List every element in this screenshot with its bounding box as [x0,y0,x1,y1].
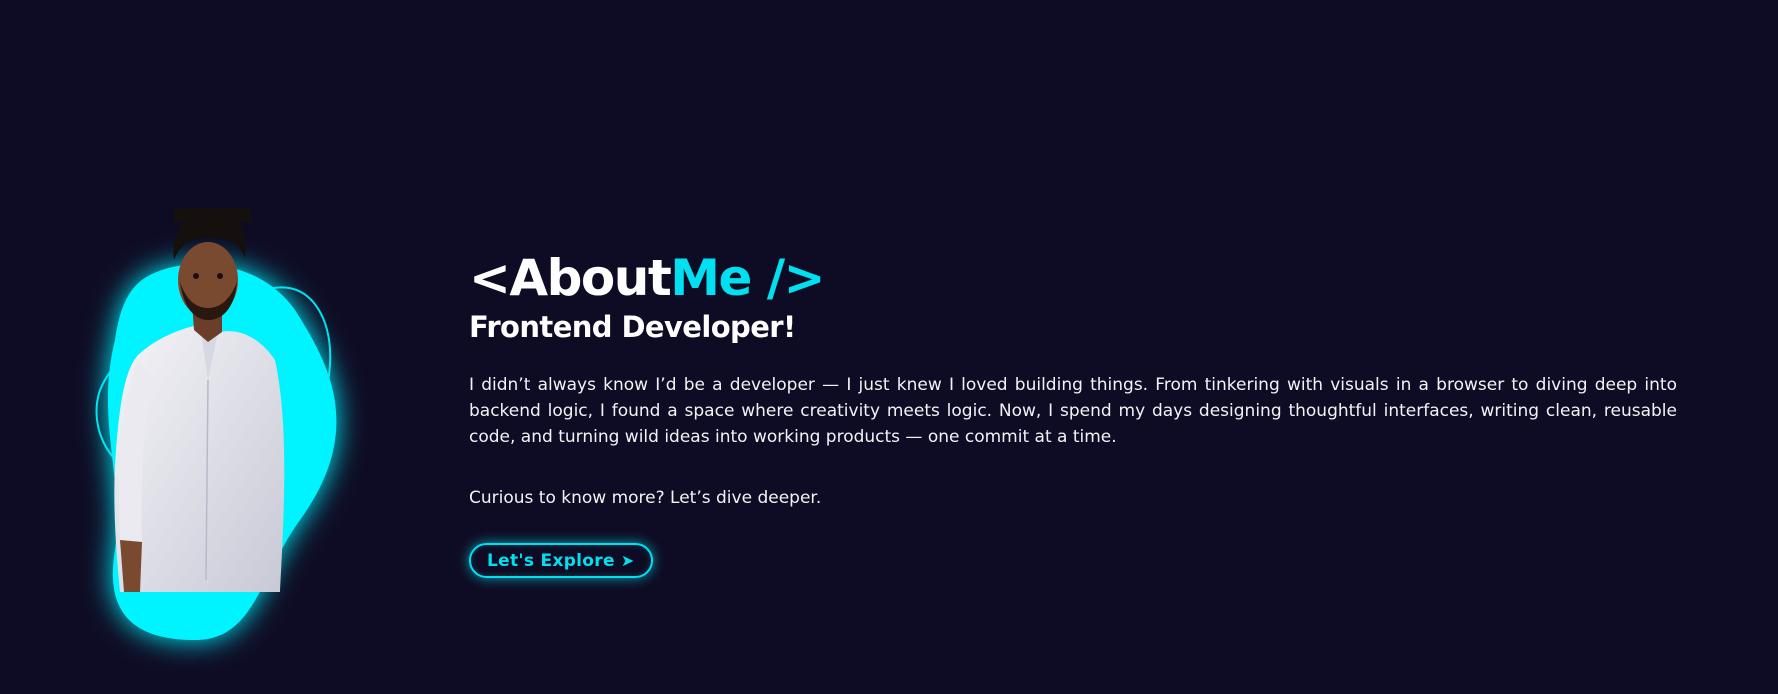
explore-button-label: Let's Explore [487,550,615,571]
heading-bracket-close: /> [766,249,826,307]
portrait-blob-illustration [95,208,337,640]
heading-about-text: About [509,249,671,307]
bio-paragraph: I didn’t always know I’d be a developer … [469,375,1677,447]
about-heading: <AboutMe /> [469,250,1679,306]
about-content: <AboutMe /> Frontend Developer! I didn’t… [469,250,1679,578]
portrait-container [80,208,380,660]
about-section: <AboutMe /> Frontend Developer! I didn’t… [0,0,1778,694]
heading-bracket-open: < [469,249,511,307]
dive-deeper-text: Curious to know more? Let’s dive deeper. [469,488,822,508]
role-subtitle: Frontend Developer! [469,310,796,344]
heading-me-text: Me [670,249,752,307]
arrow-right-icon: ➤ [620,551,635,570]
explore-button[interactable]: Let's Explore ➤ [469,543,653,578]
